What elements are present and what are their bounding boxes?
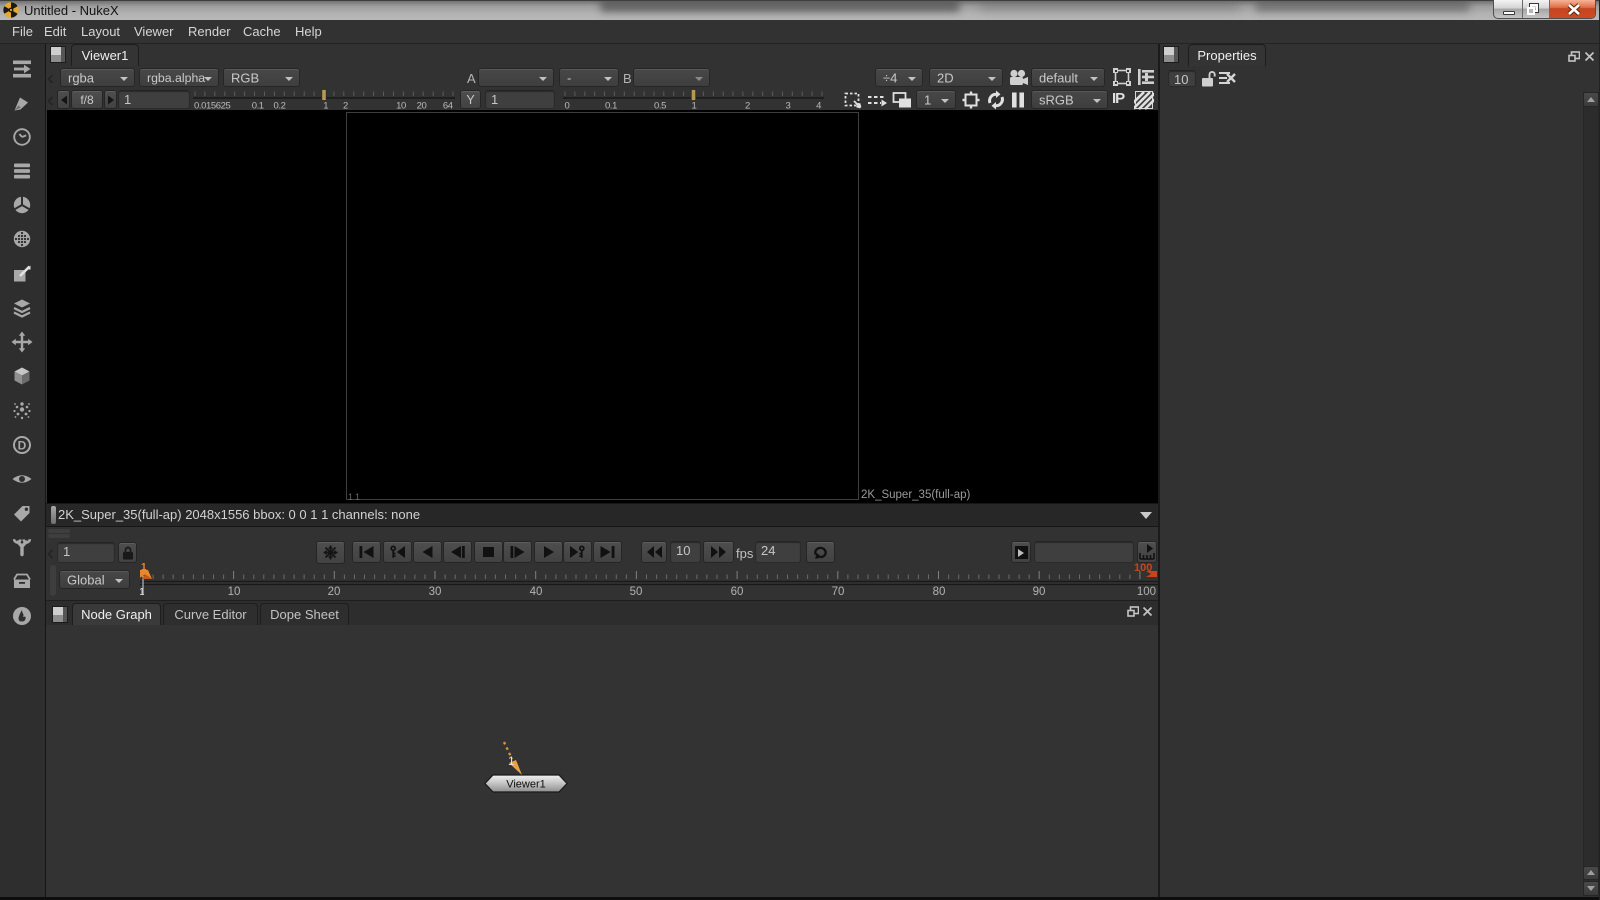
svg-text:64: 64: [443, 101, 453, 111]
svg-text:0.5: 0.5: [654, 101, 666, 111]
svg-text:0.1: 0.1: [605, 101, 617, 111]
svg-text:40: 40: [530, 586, 543, 598]
svg-text:60: 60: [731, 586, 744, 598]
svg-text:20: 20: [417, 101, 427, 111]
svg-text:90: 90: [1033, 586, 1046, 598]
svg-text:100: 100: [1137, 586, 1156, 598]
svg-text:10: 10: [396, 101, 406, 111]
svg-text:30: 30: [429, 586, 442, 598]
svg-text:0: 0: [565, 101, 570, 111]
svg-text:0.015625: 0.015625: [194, 101, 231, 111]
svg-text:2: 2: [745, 101, 750, 111]
svg-text:80: 80: [933, 586, 946, 598]
svg-text:1: 1: [692, 101, 697, 111]
svg-text:1: 1: [323, 101, 328, 111]
svg-text:50: 50: [630, 586, 643, 598]
svg-text:3: 3: [786, 101, 791, 111]
svg-text:0.1: 0.1: [252, 101, 264, 111]
svg-text:4: 4: [816, 101, 821, 111]
svg-text:D: D: [18, 439, 27, 453]
svg-text:2: 2: [343, 101, 348, 111]
svg-text:0.2: 0.2: [273, 101, 285, 111]
svg-text:20: 20: [328, 586, 341, 598]
svg-text:10: 10: [228, 586, 241, 598]
svg-text:70: 70: [832, 586, 845, 598]
svg-text:1: 1: [140, 587, 145, 598]
svg-text:1: 1: [508, 754, 515, 768]
